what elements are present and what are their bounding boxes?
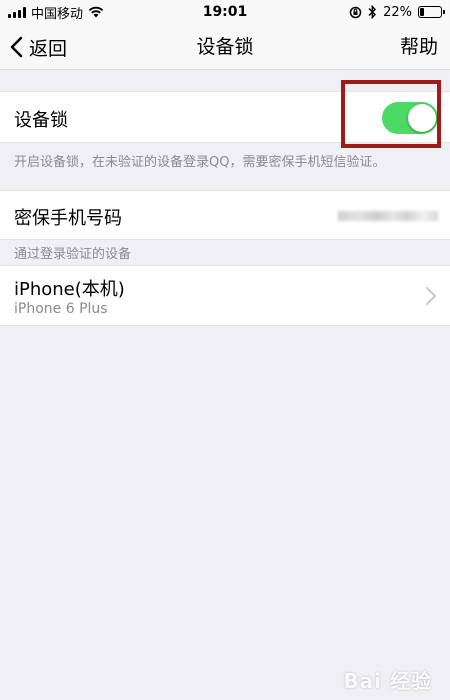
highlight-box — [341, 80, 441, 148]
verified-devices-section-title: 通过登录验证的设备 — [14, 247, 132, 262]
status-bar: 中国移动 19:01 22% — [0, 0, 450, 24]
back-label: 返回 — [29, 37, 68, 60]
wifi-icon — [88, 6, 104, 18]
signal-icon — [8, 6, 26, 18]
battery-fill — [420, 8, 424, 16]
chevron-left-icon — [10, 36, 23, 58]
security-phone-row[interactable]: 密保手机号码 — [0, 190, 450, 240]
device-name: iPhone(本机) — [14, 279, 125, 300]
help-button[interactable]: 帮助 — [400, 24, 438, 70]
masked-phone-number — [338, 211, 438, 221]
carrier-name: 中国移动 — [31, 6, 84, 22]
nav-bar: 返回 设备锁 帮助 — [0, 24, 450, 70]
page-title: 设备锁 — [196, 36, 254, 58]
device-model: iPhone 6 Plus — [14, 301, 108, 317]
device-lock-screen: 中国移动 19:01 22% 返回 设备锁 帮助 设备锁 开启设备锁，在未验证的… — [0, 0, 450, 700]
battery-icon — [418, 6, 445, 18]
chevron-right-icon — [426, 287, 436, 305]
status-left: 中国移动 — [8, 3, 104, 22]
security-phone-label: 密保手机号码 — [14, 208, 122, 229]
orientation-lock-icon — [349, 6, 362, 18]
bluetooth-icon — [368, 5, 377, 19]
back-button[interactable]: 返回 — [10, 24, 67, 70]
status-right: 22% — [349, 4, 445, 20]
watermark-logo: Bai 经验 — [343, 669, 432, 693]
device-lock-description: 开启设备锁，在未验证的设备登录QQ，需要密保手机短信验证。 — [14, 155, 386, 170]
device-lock-label: 设备锁 — [14, 110, 68, 131]
battery-percent: 22% — [383, 4, 412, 20]
device-row[interactable]: iPhone(本机) iPhone 6 Plus — [0, 265, 450, 326]
